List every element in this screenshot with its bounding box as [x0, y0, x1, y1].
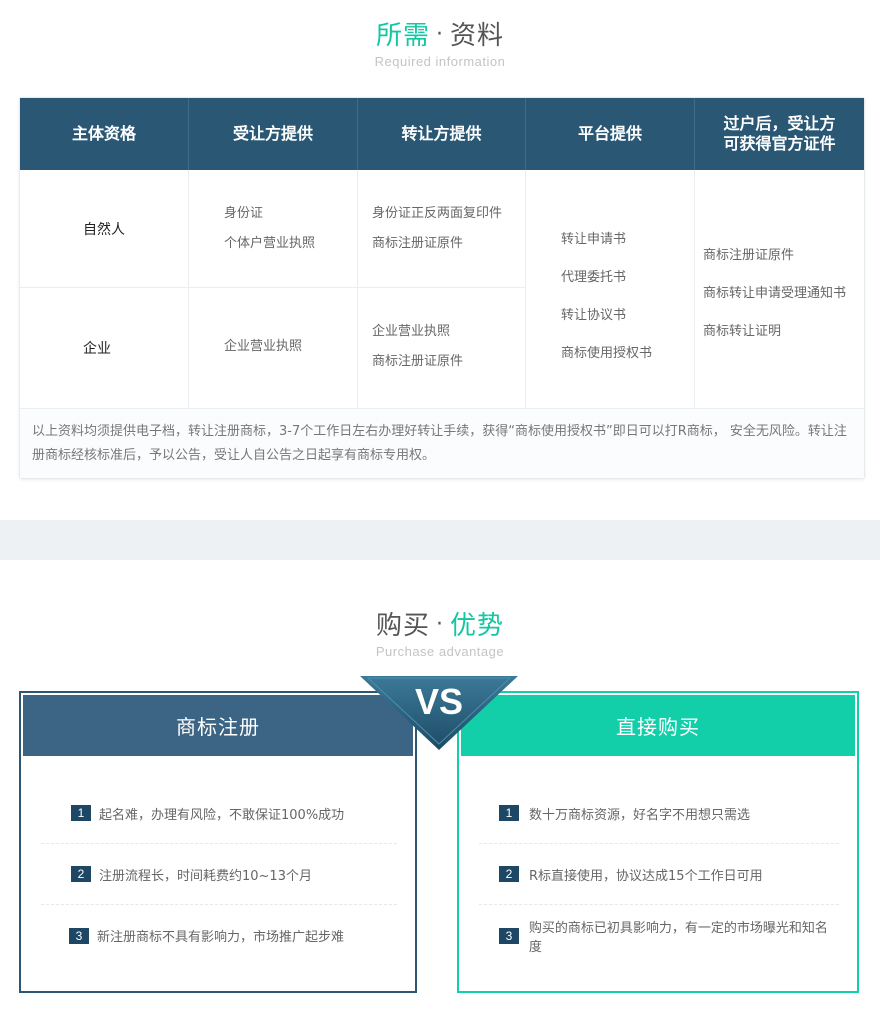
heading-dot: ·: [436, 22, 444, 47]
list-item: 代理委托书: [561, 270, 627, 285]
item-text: 新注册商标不具有影响力，市场推广起步难: [97, 930, 345, 945]
list-item: 3 新注册商标不具有影响力，市场推广起步难: [41, 905, 397, 966]
list-item: 商标转让申请受理通知书: [703, 286, 847, 301]
subject-enterprise: 企业: [83, 341, 111, 357]
official-cell: 商标注册证原件 商标转让申请受理通知书 商标转让证明: [695, 170, 864, 408]
registration-box: 商标注册 1 起名难，办理有风险，不敢保证100%成功 2 注册流程长，时间耗费…: [19, 691, 417, 993]
header-assignee: 受让方提供: [189, 98, 358, 170]
list-item: 转让申请书: [561, 232, 627, 247]
section-title-required: 所需 · 资料 Required information: [0, 20, 880, 69]
item-number: 2: [71, 866, 91, 882]
list-item: 2 注册流程长，时间耗费约10~13个月: [41, 844, 397, 905]
item-number: 1: [71, 805, 91, 821]
list-item: 商标注册证原件: [703, 248, 795, 263]
requirements-note: 以上资料均须提供电子档，转让注册商标，3-7个工作日左右办理好转让手续，获得“商…: [20, 408, 864, 478]
section-divider: [0, 520, 880, 560]
vs-badge: VS: [360, 676, 518, 750]
assignor-enterprise-cell: 企业营业执照 商标注册证原件: [358, 288, 526, 408]
item-text: 注册流程长，时间耗费约10~13个月: [99, 868, 312, 884]
heading-dot: ·: [436, 612, 444, 637]
registration-title: 商标注册: [21, 693, 415, 758]
list-item: 企业营业执照: [224, 339, 303, 354]
platform-cell: 转让申请书 代理委托书 转让协议书 商标使用授权书: [526, 170, 695, 408]
header-official: 过户后，受让方 可获得官方证件: [695, 98, 864, 170]
item-text: R标直接使用，协议达成15个工作日可用: [529, 868, 763, 884]
section-title-advantage: 购买 · 优势 Purchase advantage: [0, 610, 880, 659]
table-row: 企业: [20, 288, 189, 408]
table-header: 主体资格 受让方提供 转让方提供 平台提供 过户后，受让方 可获得官方证件: [20, 98, 864, 170]
list-item: 身份证正反两面复印件: [372, 206, 503, 221]
header-official-line2: 可获得官方证件: [723, 134, 836, 153]
list-item: 1 数十万商标资源，好名字不用想只需选: [479, 783, 839, 844]
assignee-enterprise-cell: 企业营业执照: [189, 288, 358, 408]
heading-part2: 资料: [450, 21, 505, 51]
assignee-natural-cell: 身份证 个体户营业执照: [189, 170, 358, 288]
list-item: 身份证: [224, 206, 264, 221]
heading-part2: 优势: [450, 611, 505, 641]
list-item: 转让协议书: [561, 308, 627, 323]
item-text: 购买的商标已初具影响力，有一定的市场曝光和知名度: [528, 920, 828, 955]
item-number: 3: [499, 927, 519, 944]
item-number: 1: [499, 805, 519, 821]
list-item: 商标注册证原件: [372, 236, 464, 251]
list-item: 个体户营业执照: [224, 236, 316, 251]
item-number: 2: [499, 866, 519, 882]
list-item: 商标注册证原件: [372, 354, 464, 369]
section-heading: 所需 · 资料: [0, 20, 880, 51]
vs-text: VS: [415, 681, 463, 722]
header-official-line1: 过户后，受让方: [723, 114, 836, 133]
heading-part1: 购买: [375, 611, 430, 641]
subject-natural: 自然人: [83, 221, 125, 238]
section-subtitle: Required information: [374, 54, 506, 69]
section-heading: 购买 · 优势: [0, 610, 880, 641]
list-item: 企业营业执照: [372, 324, 451, 339]
list-item: 1 起名难，办理有风险，不敢保证100%成功: [41, 783, 397, 844]
list-item: 3 购买的商标已初具影响力，有一定的市场曝光和知名度: [479, 905, 839, 966]
item-text: 起名难，办理有风险，不敢保证100%成功: [99, 807, 345, 823]
item-text: 数十万商标资源，好名字不用想只需选: [529, 807, 751, 823]
item-number: 3: [69, 927, 89, 944]
heading-part1: 所需: [375, 21, 430, 51]
header-platform: 平台提供: [526, 98, 695, 170]
list-item: 2 R标直接使用，协议达成15个工作日可用: [479, 844, 839, 905]
section-subtitle: Purchase advantage: [375, 644, 505, 659]
table-row: 自然人: [20, 170, 189, 288]
list-item: 商标转让证明: [703, 324, 782, 339]
assignor-natural-cell: 身份证正反两面复印件 商标注册证原件: [358, 170, 526, 288]
header-assignor: 转让方提供: [358, 98, 526, 170]
header-subject: 主体资格: [20, 98, 189, 170]
purchase-title: 直接购买: [459, 693, 857, 758]
requirements-table: 主体资格 受让方提供 转让方提供 平台提供 过户后，受让方 可获得官方证件 自然…: [19, 97, 865, 479]
list-item: 商标使用授权书: [561, 346, 653, 361]
